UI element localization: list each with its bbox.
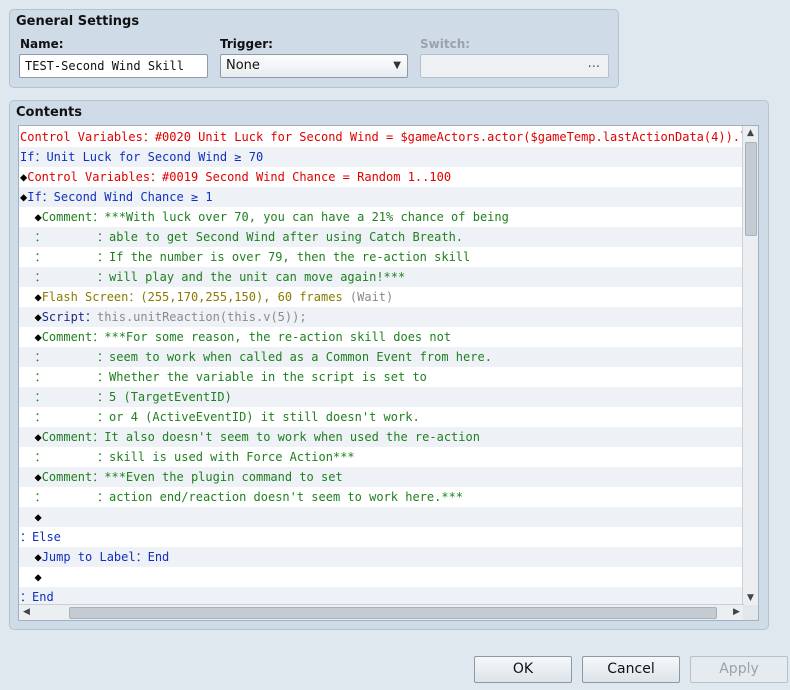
event-command-row[interactable]: ： ：If the number is over 79, then the re… bbox=[19, 247, 745, 267]
apply-button: Apply bbox=[690, 656, 788, 683]
switch-label: Switch: bbox=[420, 37, 471, 51]
command-text: Comment：***With luck over 70, you can ha… bbox=[41, 210, 509, 224]
command-text: ：End bbox=[20, 590, 54, 604]
event-command-row[interactable]: ： ：5 (TargetEventID) bbox=[19, 387, 745, 407]
event-command-row[interactable]: ◆Jump to Label：End bbox=[19, 547, 745, 567]
command-text: ：Else bbox=[20, 530, 61, 544]
command-text: Control Variables：#0019 Second Wind Chan… bbox=[27, 170, 452, 184]
command-text: ： ：If the number is over 79, then the re… bbox=[20, 250, 471, 264]
event-command-row[interactable]: ： ：will play and the unit can move again… bbox=[19, 267, 745, 287]
trigger-value: None bbox=[226, 58, 260, 73]
event-command-row[interactable]: ◆Comment：***Even the plugin command to s… bbox=[19, 467, 745, 487]
command-text: (Wait) bbox=[349, 290, 394, 304]
command-text: Script： bbox=[41, 310, 98, 324]
event-command-row[interactable]: ◆Comment：It also doesn't seem to work wh… bbox=[19, 427, 745, 447]
event-command-row[interactable]: Control Variables：#0020 Unit Luck for Se… bbox=[19, 127, 745, 147]
trigger-select[interactable]: None ▼ bbox=[220, 54, 408, 78]
command-text: Control Variables：#0020 Unit Luck for Se… bbox=[20, 130, 745, 144]
scroll-right-icon[interactable]: ▶ bbox=[729, 605, 744, 620]
event-command-row[interactable]: ◆Comment：***For some reason, the re-acti… bbox=[19, 327, 745, 347]
event-command-row[interactable]: ：Else bbox=[19, 527, 745, 547]
command-text: ： ：action end/reaction doesn't seem to w… bbox=[20, 490, 464, 504]
command-bullet-icon: ◆ bbox=[20, 570, 42, 584]
event-command-row[interactable]: ： ：Whether the variable in the script is… bbox=[19, 367, 745, 387]
switch-selector: ... bbox=[420, 54, 609, 78]
event-command-row[interactable]: ◆Flash Screen：(255,170,255,150), 60 fram… bbox=[19, 287, 745, 307]
command-bullet-icon: ◆ bbox=[20, 210, 42, 224]
command-text: ： ：skill is used with Force Action*** bbox=[20, 450, 355, 464]
command-bullet-icon: ◆ bbox=[20, 430, 42, 444]
event-command-row[interactable]: ◆If：Second Wind Chance ≥ 1 bbox=[19, 187, 745, 207]
command-bullet-icon: ◆ bbox=[20, 330, 42, 344]
event-command-row[interactable]: ◆ bbox=[19, 507, 745, 527]
scroll-down-icon[interactable]: ▼ bbox=[743, 591, 758, 606]
vertical-scrollbar[interactable]: ▲ ▼ bbox=[742, 126, 758, 606]
command-text: ： ：seem to work when called as a Common … bbox=[20, 350, 492, 364]
event-command-row[interactable]: If：Unit Luck for Second Wind ≥ 70 bbox=[19, 147, 745, 167]
switch-ellipsis: ... bbox=[587, 56, 600, 71]
scroll-left-icon[interactable]: ◀ bbox=[19, 605, 34, 620]
event-command-row[interactable]: ： ：skill is used with Force Action*** bbox=[19, 447, 745, 467]
command-text: ： ：or 4 (ActiveEventID) it still doesn't… bbox=[20, 410, 420, 424]
name-label: Name: bbox=[20, 37, 64, 51]
event-command-row[interactable]: ： ：able to get Second Wind after using C… bbox=[19, 227, 745, 247]
ok-button[interactable]: OK bbox=[474, 656, 572, 683]
dropdown-arrow-icon: ▼ bbox=[393, 60, 401, 71]
trigger-label: Trigger: bbox=[220, 37, 273, 51]
general-settings-title: General Settings bbox=[16, 14, 140, 29]
event-command-row[interactable]: ： ：or 4 (ActiveEventID) it still doesn't… bbox=[19, 407, 745, 427]
command-text: If：Unit Luck for Second Wind ≥ 70 bbox=[20, 150, 264, 164]
command-bullet-icon: ◆ bbox=[20, 510, 42, 524]
event-command-row[interactable]: ◆ bbox=[19, 567, 745, 587]
vertical-scroll-thumb[interactable] bbox=[745, 142, 757, 236]
event-command-list[interactable]: Control Variables：#0020 Unit Luck for Se… bbox=[18, 125, 759, 621]
horizontal-scroll-thumb[interactable] bbox=[69, 607, 717, 619]
horizontal-scrollbar[interactable]: ◀ ▶ bbox=[19, 604, 744, 620]
cancel-button[interactable]: Cancel bbox=[582, 656, 680, 683]
event-command-row[interactable]: ◆Control Variables：#0019 Second Wind Cha… bbox=[19, 167, 745, 187]
command-text: Flash Screen：(255,170,255,150), 60 frame… bbox=[41, 290, 350, 304]
command-bullet-icon: ◆ bbox=[20, 550, 42, 564]
command-bullet-icon: ◆ bbox=[20, 290, 42, 304]
command-text: ： ：5 (TargetEventID) bbox=[20, 390, 232, 404]
command-bullet-icon: ◆ bbox=[20, 310, 42, 324]
command-bullet-icon: ◆ bbox=[20, 470, 42, 484]
command-text: If：Second Wind Chance ≥ 1 bbox=[27, 190, 213, 204]
name-field[interactable]: TEST-Second Wind Skill bbox=[19, 54, 208, 78]
command-text: Comment：***Even the plugin command to se… bbox=[41, 470, 343, 484]
command-text: Jump to Label：End bbox=[41, 550, 170, 564]
event-command-row[interactable]: ： ：action end/reaction doesn't seem to w… bbox=[19, 487, 745, 507]
event-command-row[interactable]: ： ：seem to work when called as a Common … bbox=[19, 347, 745, 367]
scroll-corner bbox=[743, 605, 758, 620]
command-text: ： ：able to get Second Wind after using C… bbox=[20, 230, 464, 244]
event-command-row[interactable]: ◆Script：this.unitReaction(this.v(5)); bbox=[19, 307, 745, 327]
scroll-up-icon[interactable]: ▲ bbox=[743, 126, 758, 141]
contents-title: Contents bbox=[16, 105, 82, 120]
command-text: Comment：***For some reason, the re-actio… bbox=[41, 330, 452, 344]
command-text: ： ：will play and the unit can move again… bbox=[20, 270, 406, 284]
command-text: this.unitReaction(this.v(5)); bbox=[97, 310, 307, 324]
command-text: Comment：It also doesn't seem to work whe… bbox=[41, 430, 480, 444]
event-command-row[interactable]: ◆Comment：***With luck over 70, you can h… bbox=[19, 207, 745, 227]
command-text: ： ：Whether the variable in the script is… bbox=[20, 370, 427, 384]
